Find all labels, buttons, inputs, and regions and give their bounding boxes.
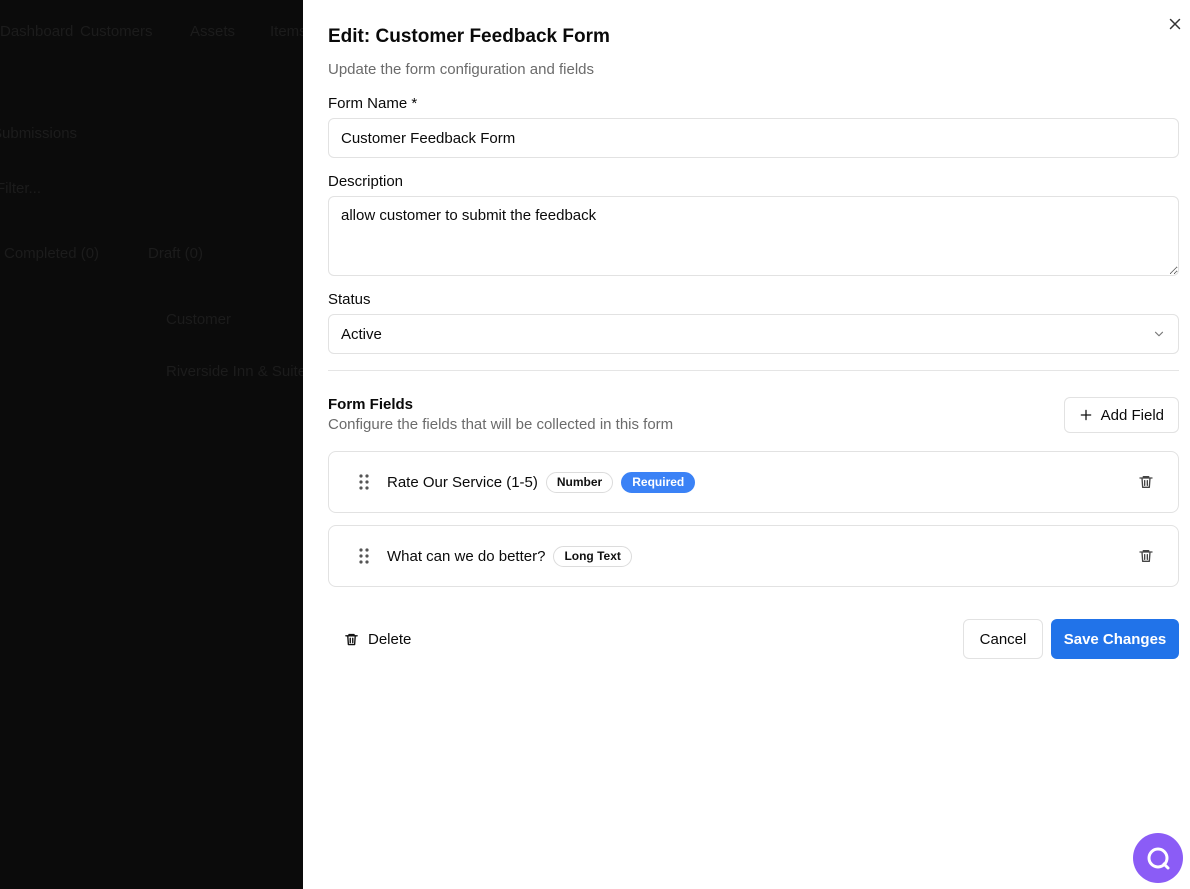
delete-field-button[interactable]	[1138, 548, 1154, 564]
drag-handle-icon[interactable]	[357, 547, 371, 565]
bg-text-submissions: Submissions	[0, 125, 78, 142]
background-overlay[interactable]: Dashboard Customers Assets Items Submiss…	[0, 0, 303, 889]
field-type-badge: Long Text	[553, 545, 632, 567]
edit-form-drawer: Edit: Customer Feedback Form Update the …	[303, 0, 1190, 889]
bg-filter: Filter...	[0, 180, 42, 197]
required-badge: Required	[621, 471, 696, 493]
close-button[interactable]	[1166, 15, 1184, 33]
drawer-subtitle: Update the form configuration and fields	[328, 61, 594, 78]
description-label: Description	[328, 173, 404, 190]
delete-field-button[interactable]	[1138, 474, 1154, 490]
chat-widget-button[interactable]	[1133, 833, 1183, 883]
form-field-row: Rate Our Service (1-5) Number Required	[328, 451, 1179, 513]
bg-col-customer: Customer	[166, 311, 232, 328]
close-icon	[1169, 18, 1181, 30]
add-field-button[interactable]: Add Field	[1063, 397, 1179, 433]
form-name-label: Form Name *	[328, 95, 418, 112]
form-name-input[interactable]	[328, 118, 1179, 158]
add-field-label: Add Field	[1100, 406, 1164, 424]
divider	[328, 370, 1179, 371]
chevron-down-icon	[1154, 331, 1164, 337]
delete-form-button[interactable]: Delete	[344, 627, 411, 651]
status-select[interactable]: Active	[328, 314, 1179, 354]
bg-row-customer: Riverside Inn & Suites	[166, 363, 303, 380]
chat-icon	[1147, 847, 1170, 870]
field-type-badge: Number	[545, 471, 614, 493]
cancel-button[interactable]: Cancel	[963, 619, 1043, 659]
description-textarea[interactable]: allow customer to submit the feedback	[328, 196, 1179, 276]
bg-nav-items: Items	[270, 23, 303, 40]
bg-nav-assets: Assets	[190, 23, 236, 40]
drawer-title: Edit: Customer Feedback Form	[328, 26, 610, 47]
plus-icon	[1080, 409, 1091, 421]
trash-icon	[345, 633, 358, 645]
bg-tab-draft: Draft (0)	[148, 245, 204, 262]
bg-tab-completed: Completed (0)	[4, 245, 100, 262]
form-fields-title: Form Fields	[328, 396, 414, 413]
bg-nav-customers: Customers	[80, 23, 153, 40]
trash-icon	[1139, 476, 1153, 488]
status-value: Active	[341, 325, 382, 343]
status-label: Status	[328, 291, 371, 308]
bg-nav-dashboard: Dashboard	[0, 23, 74, 40]
form-field-row: What can we do better? Long Text	[328, 525, 1179, 587]
drag-handle-icon[interactable]	[357, 473, 371, 491]
field-name: What can we do better?	[387, 547, 546, 565]
trash-icon	[1139, 550, 1153, 562]
save-changes-button[interactable]: Save Changes	[1051, 619, 1179, 659]
field-name: Rate Our Service (1-5)	[387, 473, 538, 491]
delete-label: Delete	[368, 630, 412, 648]
form-fields-subtitle: Configure the fields that will be collec…	[328, 416, 674, 433]
